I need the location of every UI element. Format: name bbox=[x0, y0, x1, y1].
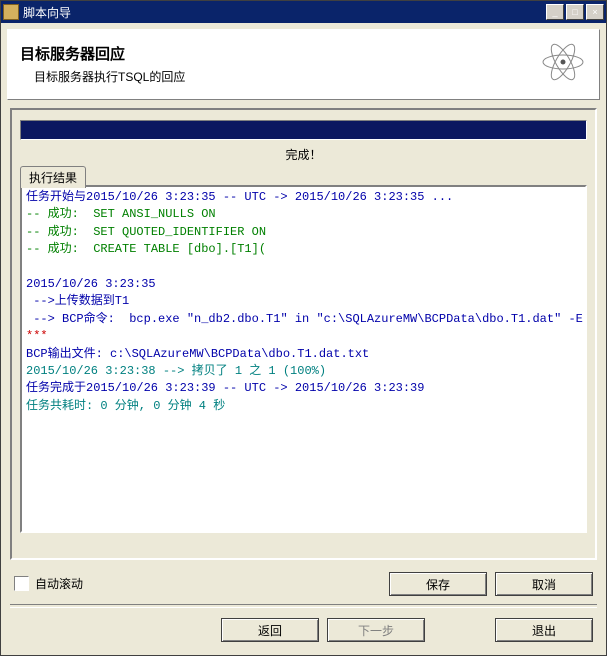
auto-scroll-label: 自动滚动 bbox=[35, 575, 83, 592]
exit-button[interactable]: 退出 bbox=[495, 618, 593, 642]
log-line: 任务共耗时: 0 分钟, 0 分钟 4 秒 bbox=[26, 399, 225, 413]
log-line: -- 成功: CREATE TABLE [dbo].[T1]( bbox=[26, 242, 266, 256]
wizard-window: 脚本向导 _ □ × 目标服务器回应 目标服务器执行TSQL的回应 bbox=[0, 0, 607, 656]
header-text: 目标服务器回应 目标服务器执行TSQL的回应 bbox=[20, 43, 185, 85]
page-subtitle: 目标服务器执行TSQL的回应 bbox=[34, 68, 185, 85]
window-controls: _ □ × bbox=[546, 4, 604, 20]
log-line: BCP输出文件: c:\SQLAzureMW\BCPData\dbo.T1.da… bbox=[26, 347, 369, 361]
auto-scroll-checkbox[interactable] bbox=[14, 576, 29, 591]
back-button[interactable]: 返回 bbox=[221, 618, 319, 642]
client-area: 目标服务器回应 目标服务器执行TSQL的回应 完成！ 执行结果 bbox=[4, 26, 603, 652]
log-line: -- 成功: SET ANSI_NULLS ON bbox=[26, 207, 216, 221]
page-title: 目标服务器回应 bbox=[20, 43, 185, 64]
auto-scroll-row: 自动滚动 bbox=[14, 575, 83, 592]
log-line: -- 成功: SET QUOTED_IDENTIFIER ON bbox=[26, 225, 266, 239]
log-line: 2015/10/26 3:23:38 --> 拷贝了 1 之 1 (100%) bbox=[26, 364, 326, 378]
separator bbox=[10, 604, 597, 608]
results-textbox[interactable]: 任务开始与2015/10/26 3:23:35 -- UTC -> 2015/1… bbox=[20, 185, 587, 533]
save-button[interactable]: 保存 bbox=[389, 572, 487, 596]
status-label: 完成！ bbox=[12, 146, 595, 163]
next-button: 下一步 bbox=[327, 618, 425, 642]
log-line: --> BCP命令: bcp.exe "n_db2.dbo.T1" in "c:… bbox=[26, 312, 587, 326]
titlebar[interactable]: 脚本向导 _ □ × bbox=[1, 1, 606, 23]
log-line: 任务开始与2015/10/26 3:23:35 -- UTC -> 2015/1… bbox=[26, 190, 453, 204]
log-line: 任务完成于2015/10/26 3:23:39 -- UTC -> 2015/1… bbox=[26, 381, 424, 395]
app-icon bbox=[3, 4, 19, 20]
log-line: 2015/10/26 3:23:35 bbox=[26, 277, 156, 291]
tab-strip: 执行结果 bbox=[20, 165, 587, 185]
window-title: 脚本向导 bbox=[23, 4, 546, 21]
cancel-button[interactable]: 取消 bbox=[495, 572, 593, 596]
minimize-button[interactable]: _ bbox=[546, 4, 564, 20]
close-button[interactable]: × bbox=[586, 4, 604, 20]
wizard-button-row: 返回 下一步 退出 bbox=[221, 618, 593, 642]
log-line: -->上传数据到T1 bbox=[26, 294, 129, 308]
atom-icon bbox=[539, 38, 587, 89]
progress-bar bbox=[20, 120, 587, 140]
body-panel: 完成！ 执行结果 任务开始与2015/10/26 3:23:35 -- UTC … bbox=[10, 108, 597, 560]
header-panel: 目标服务器回应 目标服务器执行TSQL的回应 bbox=[7, 29, 600, 100]
maximize-button[interactable]: □ bbox=[566, 4, 584, 20]
inner-button-row: 保存 取消 bbox=[389, 572, 593, 596]
log-line: *** bbox=[26, 329, 48, 343]
tab-results[interactable]: 执行结果 bbox=[20, 166, 86, 188]
